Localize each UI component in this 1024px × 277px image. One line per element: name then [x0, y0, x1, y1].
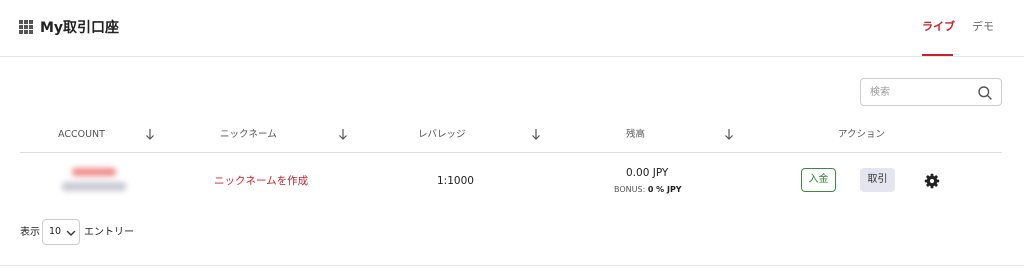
- account-number-redacted: [62, 166, 126, 196]
- bonus-line: BONUS: 0 % JPY: [614, 185, 682, 195]
- bonus-value: 0 % JPY: [647, 185, 682, 194]
- sort-arrow-icon[interactable]: [724, 127, 734, 141]
- length-prefix: 表示: [20, 227, 40, 238]
- chevron-down-icon: [66, 230, 76, 236]
- column-header-balance[interactable]: 残高: [626, 129, 645, 141]
- deposit-button[interactable]: 入金: [801, 168, 836, 192]
- search-input[interactable]: [870, 84, 970, 100]
- column-header-actions: アクション: [838, 129, 886, 140]
- grid-icon: [19, 20, 33, 34]
- length-suffix: エントリー: [84, 227, 134, 238]
- column-header-leverage[interactable]: レバレッジ: [418, 129, 466, 141]
- gear-icon[interactable]: [924, 173, 940, 189]
- top-bar: My取引口座 ライブ デモ: [0, 0, 1024, 57]
- page-title: My取引口座: [40, 20, 120, 36]
- leverage-value: 1:1000: [437, 175, 474, 187]
- sort-arrow-icon[interactable]: [338, 127, 348, 141]
- active-tab-indicator: [922, 54, 953, 56]
- sort-arrow-icon[interactable]: [531, 127, 541, 141]
- tab-demo[interactable]: デモ: [972, 19, 994, 35]
- entries-per-page-value: 10: [49, 226, 62, 237]
- column-header-nickname[interactable]: ニックネーム: [220, 129, 277, 141]
- search-icon[interactable]: [977, 85, 993, 101]
- entries-per-page-select[interactable]: 10: [42, 219, 80, 245]
- sort-arrow-icon[interactable]: [145, 127, 155, 141]
- balance-value: 0.00 JPY: [626, 167, 669, 179]
- bottom-divider: [0, 265, 1024, 266]
- column-header-account[interactable]: ACCOUNT: [58, 129, 105, 141]
- create-nickname-link[interactable]: ニックネームを作成: [214, 174, 308, 188]
- search-box[interactable]: [860, 78, 1002, 106]
- table-header-divider: [20, 152, 1002, 153]
- bonus-label: BONUS:: [614, 185, 646, 194]
- trade-button[interactable]: 取引: [860, 168, 895, 192]
- tab-live[interactable]: ライブ: [922, 19, 955, 35]
